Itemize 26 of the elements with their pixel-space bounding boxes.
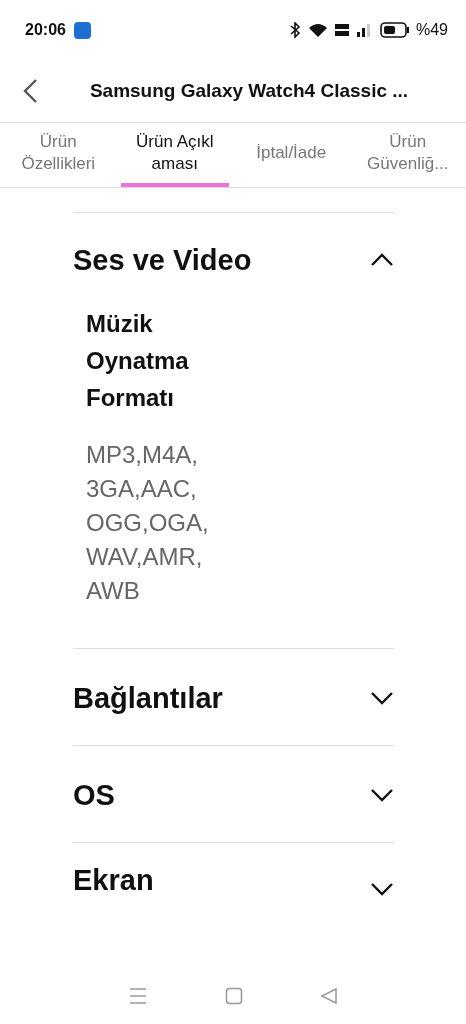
back-triangle-icon[interactable] (319, 987, 338, 1005)
spec-label: Müzik Oynatma Formatı (86, 309, 190, 413)
section-title[interactable]: OS (73, 778, 115, 812)
tab[interactable]: Ürün Açıkl aması (120, 123, 229, 187)
section-title[interactable]: Ses ve Video (73, 243, 252, 277)
page-title: Samsung Galaxy Watch4 Classic ... (88, 80, 410, 102)
tab[interactable]: İptal/İade (237, 123, 346, 187)
chevron-down-icon[interactable] (370, 690, 394, 706)
spec-value: AWB (86, 576, 141, 606)
wifi-icon (307, 22, 328, 38)
section-title[interactable]: Bağlantılar (73, 681, 223, 715)
battery-percentage: %49 (415, 21, 448, 39)
home-icon[interactable] (225, 987, 243, 1005)
app-notification-icon (73, 21, 91, 39)
section-title[interactable]: Ekran (73, 864, 154, 897)
spec-value: 3GA,AAC, (86, 474, 198, 504)
spec-value: WAV,AMR, (86, 542, 204, 572)
spec-value: OGG,OGA, (86, 508, 210, 538)
tab[interactable]: Ürün Özellikleri (4, 123, 113, 187)
chevron-down-icon[interactable] (370, 881, 394, 897)
chevron-down-icon[interactable] (370, 787, 394, 803)
spec-value: MP3,M4A, (86, 440, 200, 470)
chevron-up-icon[interactable] (370, 252, 394, 268)
clock-time: 20:06 (25, 21, 66, 39)
battery-icon (379, 22, 410, 38)
tab[interactable]: Ürün Güvenliğ... (353, 123, 462, 187)
